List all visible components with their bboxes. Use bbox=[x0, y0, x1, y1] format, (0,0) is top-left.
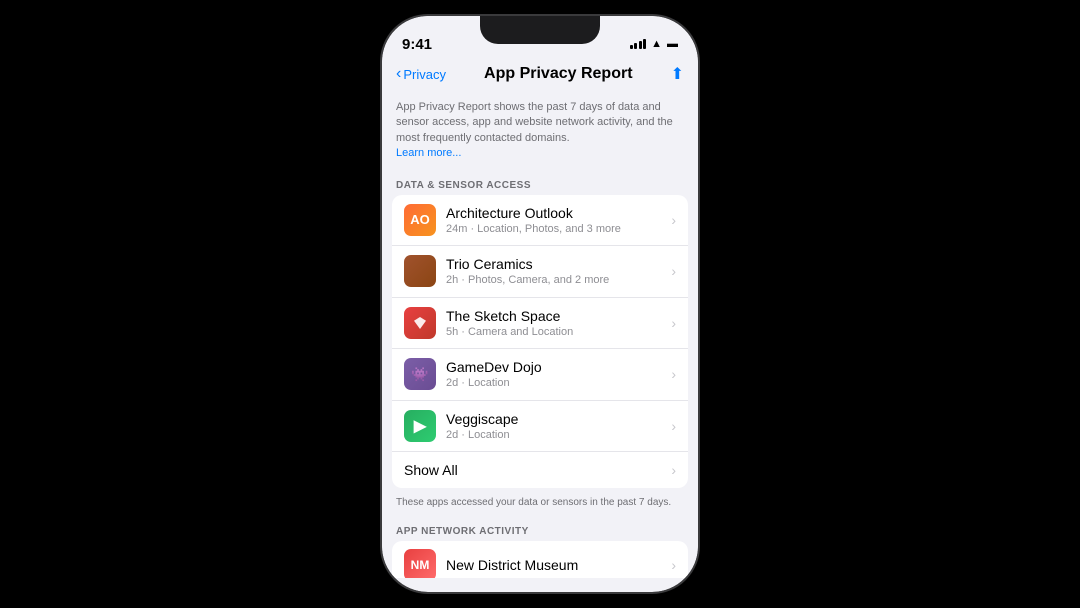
data-sensor-footer: These apps accessed your data or sensors… bbox=[382, 492, 698, 520]
app-icon-trio bbox=[404, 255, 436, 287]
app-detail: 5h · Camera and Location bbox=[446, 325, 661, 339]
phone-screen: 9:41 ▲ ▬ ‹ Privacy App Privacy Report ⬆ bbox=[382, 16, 698, 592]
item-text-veggi: Veggiscape 2d · Location bbox=[446, 410, 661, 442]
app-name: Architecture Outlook bbox=[446, 204, 661, 222]
show-all-label: Show All bbox=[404, 462, 458, 478]
app-detail: 2h · Photos, Camera, and 2 more bbox=[446, 273, 661, 287]
content-scroll[interactable]: App Privacy Report shows the past 7 days… bbox=[382, 92, 698, 578]
description-text: App Privacy Report shows the past 7 days… bbox=[396, 101, 673, 144]
app-icon-gamedev: 👾 bbox=[404, 358, 436, 390]
list-item[interactable]: ▶ Veggiscape 2d · Location › bbox=[392, 401, 688, 452]
item-text-gamedev: GameDev Dojo 2d · Location bbox=[446, 358, 661, 390]
data-sensor-header: DATA & SENSOR ACCESS bbox=[382, 174, 698, 195]
list-item[interactable]: Trio Ceramics 2h · Photos, Camera, and 2… bbox=[392, 246, 688, 297]
status-bar: 9:41 ▲ ▬ bbox=[382, 16, 698, 60]
battery-icon: ▬ bbox=[667, 38, 678, 50]
phone-frame: 9:41 ▲ ▬ ‹ Privacy App Privacy Report ⬆ bbox=[380, 14, 700, 594]
status-time: 9:41 bbox=[402, 36, 432, 53]
wifi-icon: ▲ bbox=[651, 38, 662, 50]
description-block: App Privacy Report shows the past 7 days… bbox=[382, 92, 698, 174]
app-icon-sketch bbox=[404, 307, 436, 339]
app-icon-ndm: NM bbox=[404, 549, 436, 578]
back-chevron-icon: ‹ bbox=[396, 65, 401, 83]
chevron-right-icon: › bbox=[671, 366, 676, 382]
app-icon-veggi: ▶ bbox=[404, 410, 436, 442]
chevron-right-icon: › bbox=[671, 263, 676, 279]
network-item-top: NM New District Museum › bbox=[404, 549, 676, 578]
app-detail: 2d · Location bbox=[446, 376, 661, 390]
signal-bars-icon bbox=[630, 39, 647, 49]
app-name: New District Museum bbox=[446, 556, 661, 574]
network-header: APP NETWORK ACTIVITY bbox=[382, 520, 698, 541]
chevron-right-icon: › bbox=[671, 315, 676, 331]
item-text-trio: Trio Ceramics 2h · Photos, Camera, and 2… bbox=[446, 255, 661, 287]
learn-more-link[interactable]: Learn more... bbox=[396, 147, 461, 159]
back-label: Privacy bbox=[403, 67, 446, 82]
sketch-logo-icon bbox=[411, 314, 429, 332]
item-text-sketch: The Sketch Space 5h · Camera and Locatio… bbox=[446, 307, 661, 339]
chevron-right-icon: › bbox=[671, 462, 676, 478]
app-name: Veggiscape bbox=[446, 410, 661, 428]
list-item[interactable]: AO Architecture Outlook 24m · Location, … bbox=[392, 195, 688, 246]
app-icon-ao: AO bbox=[404, 204, 436, 236]
app-name: GameDev Dojo bbox=[446, 358, 661, 376]
share-icon[interactable]: ⬆ bbox=[671, 64, 684, 84]
status-icons: ▲ ▬ bbox=[630, 38, 678, 50]
back-button[interactable]: ‹ Privacy bbox=[396, 66, 446, 83]
chevron-right-icon: › bbox=[671, 418, 676, 434]
notch bbox=[480, 16, 600, 44]
list-item[interactable]: The Sketch Space 5h · Camera and Locatio… bbox=[392, 298, 688, 349]
nav-bar: ‹ Privacy App Privacy Report ⬆ bbox=[382, 60, 698, 92]
chevron-right-icon: › bbox=[671, 557, 676, 573]
network-activity-list: NM New District Museum › 46 bbox=[392, 541, 688, 578]
network-item[interactable]: NM New District Museum › 46 bbox=[392, 541, 688, 578]
chevron-right-icon: › bbox=[671, 212, 676, 228]
app-name: The Sketch Space bbox=[446, 307, 661, 325]
app-name: Trio Ceramics bbox=[446, 255, 661, 273]
nav-title: App Privacy Report bbox=[484, 65, 632, 83]
show-all-button[interactable]: Show All › bbox=[392, 452, 688, 488]
data-sensor-list: AO Architecture Outlook 24m · Location, … bbox=[392, 195, 688, 488]
app-detail: 24m · Location, Photos, and 3 more bbox=[446, 222, 661, 236]
list-item[interactable]: 👾 GameDev Dojo 2d · Location › bbox=[392, 349, 688, 400]
item-text-ao: Architecture Outlook 24m · Location, Pho… bbox=[446, 204, 661, 236]
app-detail: 2d · Location bbox=[446, 428, 661, 442]
